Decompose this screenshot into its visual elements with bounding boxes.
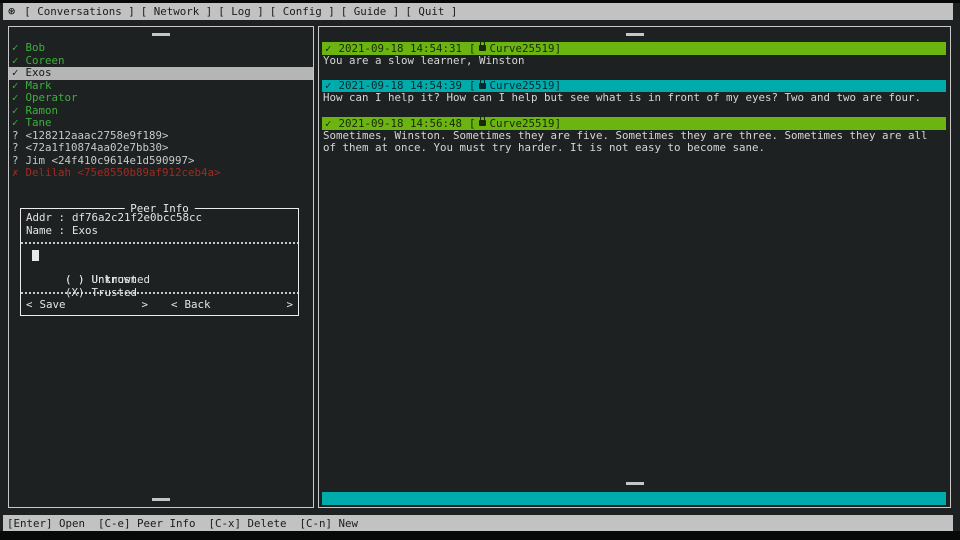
menu-item-network[interactable]: [ Network ] <box>141 5 213 18</box>
cipher-label: Curve25519 <box>490 42 555 55</box>
unknown-mark-icon: ? <box>12 141 19 154</box>
contact-name: Coreen <box>26 54 65 67</box>
contact-name: Jim <24f410c9614e1d590997> <box>26 154 195 167</box>
trust-check-icon: ✓ <box>12 116 19 129</box>
contact-row-exos[interactable]: ✓ Exos <box>9 67 313 80</box>
message-input[interactable] <box>322 492 946 505</box>
radio-bracket: (X) <box>65 286 85 299</box>
radio-unknown[interactable]: ( )Unknown <box>21 262 298 275</box>
cipher-label: Curve25519 <box>490 117 555 130</box>
contact-row-operator[interactable]: ✓ Operator <box>9 92 313 105</box>
blocked-x-icon: ✗ <box>12 166 19 179</box>
contact-row-ramon[interactable]: ✓ Ramon <box>9 105 313 118</box>
bracket-open: [ <box>469 42 476 55</box>
contact-name: Delilah <75e8550b89af912ceb4a> <box>26 166 221 179</box>
bracket-right: > <box>141 299 148 312</box>
menu-item-conversations[interactable]: [ Conversations ] <box>24 5 135 18</box>
trust-check-icon: ✓ <box>12 41 19 54</box>
trust-check-icon: ✓ <box>12 104 19 117</box>
message-text: You are a slow learner, Winston <box>322 55 946 68</box>
contact-row-delilah[interactable]: ✗ Delilah <75e8550b89af912ceb4a> <box>9 167 313 180</box>
name-row: Name : Exos <box>21 225 298 238</box>
bracket-close: ] <box>555 117 562 130</box>
hint-new: [C-n] New <box>300 517 359 530</box>
menu-item-guide[interactable]: [ Guide ] <box>341 5 400 18</box>
contact-name: <72a1f10874aa02e7bb30> <box>26 141 169 154</box>
contact-row-coreen[interactable]: ✓ Coreen <box>9 55 313 68</box>
back-button-label: Back <box>185 299 211 312</box>
scroll-handle-top <box>152 33 170 36</box>
addr-label: Addr : <box>26 211 65 224</box>
hint-delete: [C-x] Delete <box>209 517 287 530</box>
hint-open: [Enter] Open <box>7 517 85 530</box>
bottom-strip <box>0 531 960 540</box>
addr-value: df76a2c21f2e0bcc58cc <box>72 211 202 224</box>
name-label: Name : <box>26 224 65 237</box>
message-text: Sometimes, Winston. Sometimes they are f… <box>322 130 946 155</box>
contact-name: Mark <box>26 79 52 92</box>
name-value: Exos <box>72 224 98 237</box>
trust-check-icon: ✓ <box>12 54 19 67</box>
trust-check-icon: ✓ <box>12 79 19 92</box>
message: ✓2021-09-18 14:54:39[Curve25519] How can… <box>322 80 946 105</box>
contact-name: <128212aaac2758e9f189> <box>26 129 169 142</box>
bracket-right: > <box>286 299 293 312</box>
contact-name: Tane <box>26 116 52 129</box>
bracket-open: [ <box>469 117 476 130</box>
trust-check-icon: ✓ <box>12 91 19 104</box>
contact-name: Ramon <box>26 104 59 117</box>
message: ✓ 2021-09-18 14:54:31 [ Curve25519] You are… <box>322 42 946 67</box>
hint-peer-info: [C-e] Peer Info <box>98 517 196 530</box>
statusbar: [Enter] Open [C-e] Peer Info [C-x] Delet… <box>3 515 953 531</box>
contact-row-bob[interactable]: ✓ Bob <box>9 42 313 55</box>
app-icon: ⊛ <box>8 3 15 20</box>
contact-name: Bob <box>26 41 46 54</box>
scroll-handle-top <box>626 33 644 36</box>
contact-row-tane[interactable]: ✓ Tane <box>9 117 313 130</box>
radio-label: Trusted <box>92 286 138 299</box>
menubar: ⊛ [ Conversations ] [ Network ] [ Log ] … <box>3 3 953 20</box>
text-cursor <box>32 250 39 261</box>
message-header: ✓ 2021-09-18 14:56:48 [ Curve25519] <box>322 117 946 130</box>
message-header: ✓ 2021-09-18 14:54:31 [ Curve25519] <box>322 42 946 55</box>
message-text: How can I help it? How can I help but se… <box>322 92 946 105</box>
bracket-close: ] <box>555 42 562 55</box>
lock-icon <box>479 120 486 126</box>
radio-untrusted[interactable]: ( )Untrusted <box>21 249 298 262</box>
unknown-mark-icon: ? <box>12 129 19 142</box>
menu-item-log[interactable]: [ Log ] <box>218 5 264 18</box>
scroll-handle-bottom <box>626 482 644 485</box>
contact-list: ✓ Bob ✓ Coreen ✓ Exos ✓ Mark ✓ Operator ✓ Ramo… <box>9 27 313 180</box>
trust-check-icon: ✓ <box>12 66 19 79</box>
peer-info-dialog: Peer Info Addr :df76a2c21f2e0bcc58cc Nam… <box>20 208 299 316</box>
check-icon: ✓ <box>325 117 332 130</box>
dialog-separator <box>21 242 298 244</box>
lock-icon <box>479 45 486 51</box>
lock-icon <box>479 83 486 89</box>
dialog-buttons: <Save > <Back > <box>21 299 298 312</box>
menu-item-quit[interactable]: [ Quit ] <box>405 5 457 18</box>
unknown-mark-icon: ? <box>12 154 19 167</box>
message: ✓ 2021-09-18 14:56:48 [ Curve25519] Sometim… <box>322 117 946 155</box>
contacts-panel: ✓ Bob ✓ Coreen ✓ Exos ✓ Mark ✓ Operator ✓ Ramo… <box>8 26 314 508</box>
timestamp: 2021-09-18 14:56:48 <box>339 117 463 130</box>
contact-name: Operator <box>26 91 78 104</box>
scroll-handle-bottom <box>152 498 170 501</box>
back-button[interactable]: < Back > <box>171 299 293 312</box>
radio-trusted[interactable]: (X)Trusted <box>21 274 298 287</box>
bracket-left: < <box>171 299 178 312</box>
contact-row-unknown-2[interactable]: ? <72a1f10874aa02e7bb30> <box>9 142 313 155</box>
check-icon: ✓ <box>325 42 332 55</box>
contact-name: Exos <box>26 66 52 79</box>
timestamp: 2021-09-18 14:54:31 <box>339 42 463 55</box>
message-list: ✓ 2021-09-18 14:54:31 [ Curve25519] You are… <box>319 27 950 155</box>
menu-item-config[interactable]: [ Config ] <box>270 5 335 18</box>
chat-panel: ✓ 2021-09-18 14:54:31 [ Curve25519] You are… <box>318 26 951 508</box>
